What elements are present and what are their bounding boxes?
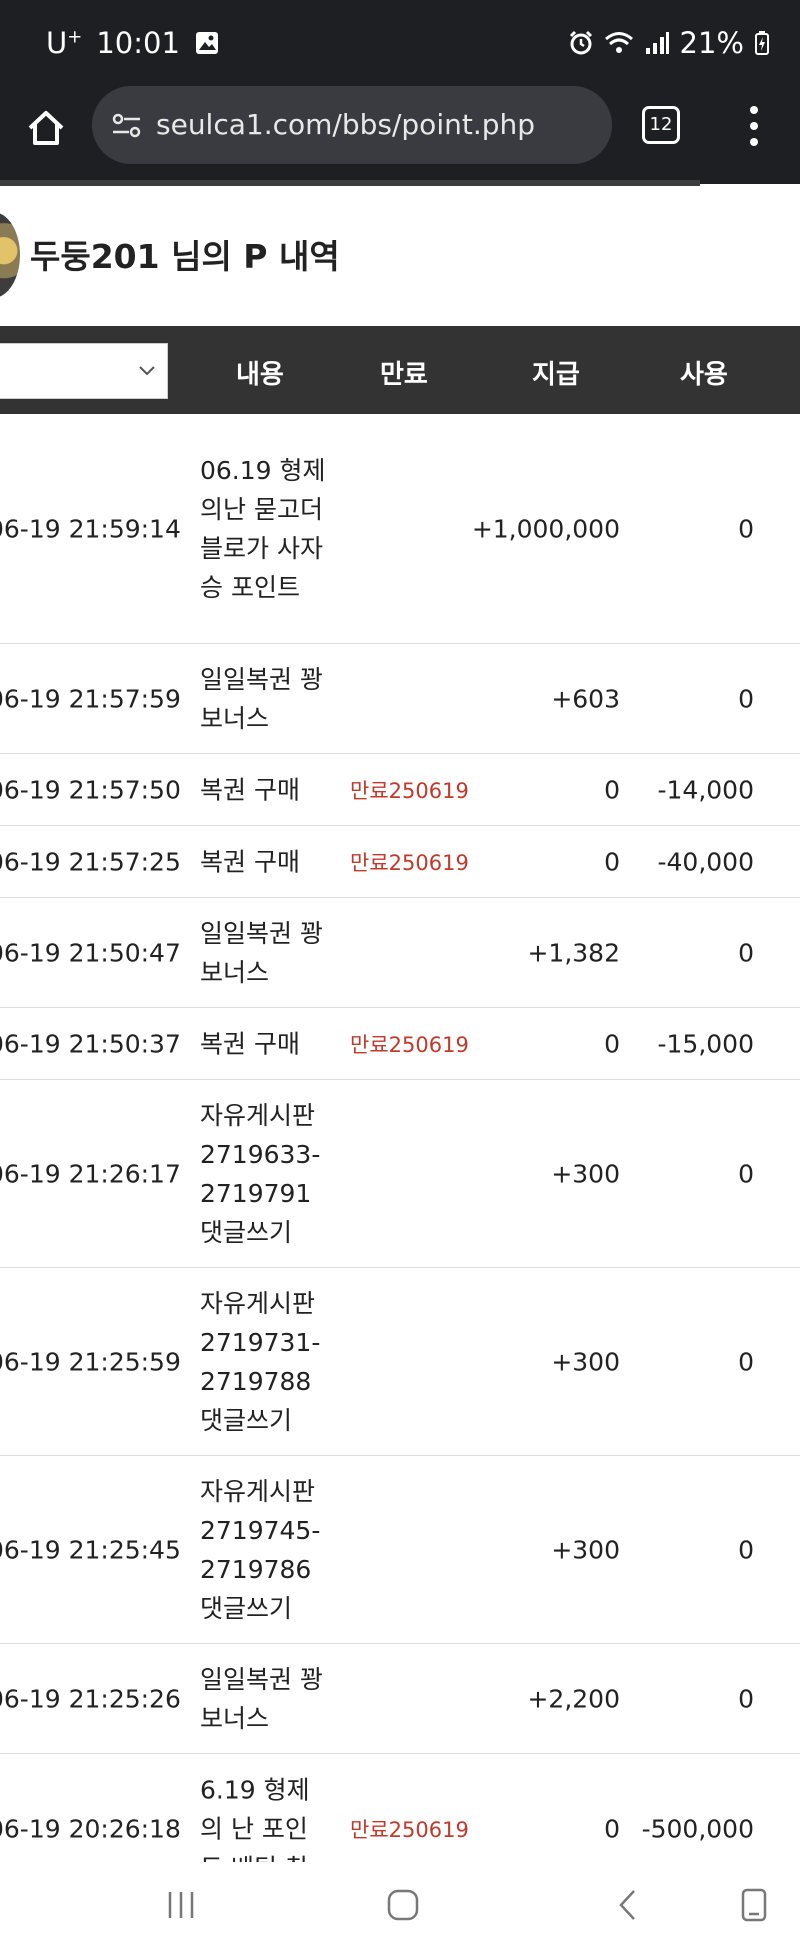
- recent-apps-icon[interactable]: [164, 1888, 198, 1922]
- cell-content: 일일복권 꽝 보너스: [200, 664, 323, 733]
- cell-date: 06-19 21:57:50: [0, 775, 181, 804]
- address-bar[interactable]: seulca1.com/bbs/point.php: [92, 86, 612, 164]
- cell-expire: 만료250619: [350, 778, 469, 803]
- cell-date: 06-19 21:25:26: [0, 1684, 181, 1713]
- cell-give: +1,382: [527, 938, 620, 967]
- carrier-label: U+: [46, 26, 83, 60]
- cell-date: 06-19 21:50:47: [0, 938, 181, 967]
- cell-use: 0: [738, 1159, 754, 1188]
- cell-date: 06-19 20:26:18: [0, 1814, 181, 1843]
- cell-date: 06-19 21:57:59: [0, 684, 181, 713]
- cell-give: 0: [604, 1814, 620, 1843]
- alarm-icon: [569, 30, 592, 55]
- table-row: 06-19 21:25:26 일일복권 꽝 보너스 +2,200 0: [0, 1644, 800, 1754]
- browser-toolbar: seulca1.com/bbs/point.php 12: [0, 86, 800, 184]
- cell-give: 0: [604, 1029, 620, 1058]
- cell-date: 06-19 21:26:17: [0, 1159, 181, 1188]
- cell-use: -500,000: [641, 1814, 754, 1843]
- back-nav-icon[interactable]: [616, 1888, 640, 1922]
- cell-content: 복권 구매: [200, 775, 300, 804]
- signal-icon: [645, 32, 669, 54]
- cell-date: 06-19 21:50:37: [0, 1029, 181, 1058]
- page-header: 두둥201 님의 P 내역: [0, 186, 800, 326]
- battery-charging-icon: [755, 31, 769, 55]
- cell-use: 0: [738, 514, 754, 543]
- battery-percent: 21%: [679, 26, 744, 60]
- cell-content: 자유게시판 2719745-2719786 댓글쓰기: [200, 1476, 321, 1623]
- system-navigation-bar: [0, 1862, 800, 1956]
- cell-use: 0: [738, 1347, 754, 1376]
- wifi-icon: [604, 32, 633, 53]
- status-right: 21%: [568, 26, 770, 60]
- cell-expire: 만료250619: [350, 850, 469, 875]
- cell-use: -40,000: [657, 847, 755, 876]
- table-row: 06-19 21:25:45 자유게시판 2719745-2719786 댓글쓰…: [0, 1456, 800, 1644]
- cell-use: 0: [738, 684, 754, 713]
- header-use: 사용: [680, 360, 728, 390]
- gallery-notification-icon: [195, 32, 218, 54]
- cell-date: 06-19 21:59:14: [0, 514, 181, 543]
- table-row: 06-19 21:57:59 일일복권 꽝 보너스 +603 0: [0, 644, 800, 754]
- table-row: 06-19 21:26:17 자유게시판 2719633-2719791 댓글쓰…: [0, 1080, 800, 1268]
- status-bar: U+ 10:01 21%: [0, 0, 800, 86]
- keyboard-toggle-icon[interactable]: [740, 1888, 768, 1922]
- cell-date: 06-19 21:57:25: [0, 847, 181, 876]
- site-settings-icon[interactable]: [110, 108, 144, 142]
- cell-expire: 만료250619: [350, 1032, 469, 1057]
- more-options-icon[interactable]: [744, 104, 764, 148]
- cell-content: 일일복권 꽝 보너스: [200, 1664, 323, 1733]
- home-icon[interactable]: [24, 106, 68, 150]
- table-row: 06-19 21:50:47 일일복권 꽝 보너스 +1,382 0: [0, 898, 800, 1008]
- header-give: 지급: [532, 360, 580, 390]
- table-header: 내용 만료 지급 사용: [0, 326, 800, 414]
- cell-use: -15,000: [657, 1029, 755, 1058]
- header-expire: 만료: [380, 360, 428, 390]
- cell-date: 06-19 21:25:45: [0, 1535, 181, 1564]
- tab-switcher-button[interactable]: 12: [642, 106, 680, 144]
- cell-use: 0: [738, 938, 754, 967]
- cell-give: 0: [604, 847, 620, 876]
- point-history-table: 06-19 21:59:14 06.19 형제의난 묻고더블로가 사자승 포인트…: [0, 414, 800, 1904]
- chevron-down-icon: [139, 366, 155, 376]
- filter-select[interactable]: [0, 343, 168, 399]
- cell-expire: 만료250619: [350, 1817, 469, 1842]
- cell-give: +300: [551, 1535, 620, 1564]
- cell-give: +603: [551, 684, 620, 713]
- table-row: 06-19 21:57:25 복권 구매 만료250619 0 -40,000: [0, 826, 800, 898]
- table-row: 06-19 21:50:37 복권 구매 만료250619 0 -15,000: [0, 1008, 800, 1080]
- table-row: 06-19 21:25:59 자유게시판 2719731-2719788 댓글쓰…: [0, 1268, 800, 1456]
- cell-content: 일일복권 꽝 보너스: [200, 918, 323, 987]
- cell-content: 자유게시판 2719633-2719791 댓글쓰기: [200, 1100, 321, 1247]
- clock: 10:01: [96, 26, 180, 60]
- cell-content: 복권 구매: [200, 847, 300, 876]
- cell-use: 0: [738, 1684, 754, 1713]
- avatar: [0, 212, 20, 298]
- url-text[interactable]: seulca1.com/bbs/point.php: [156, 108, 535, 141]
- table-row: 06-19 21:59:14 06.19 형제의난 묻고더블로가 사자승 포인트…: [0, 414, 800, 644]
- cell-give: 0: [604, 775, 620, 804]
- cell-content: 복권 구매: [200, 1029, 300, 1058]
- cell-give: +300: [551, 1347, 620, 1376]
- page-title: 두둥201 님의 P 내역: [30, 237, 340, 276]
- cell-give: +1,000,000: [471, 514, 620, 543]
- cell-use: -14,000: [657, 775, 755, 804]
- cell-use: 0: [738, 1535, 754, 1564]
- home-nav-icon[interactable]: [386, 1888, 420, 1922]
- cell-content: 06.19 형제의난 묻고더블로가 사자승 포인트: [200, 455, 326, 602]
- status-left: U+ 10:01: [46, 26, 220, 60]
- cell-content: 자유게시판 2719731-2719788 댓글쓰기: [200, 1288, 321, 1435]
- header-content: 내용: [236, 360, 284, 390]
- cell-date: 06-19 21:25:59: [0, 1347, 181, 1376]
- cell-give: +300: [551, 1159, 620, 1188]
- cell-give: +2,200: [527, 1684, 620, 1713]
- table-row: 06-19 21:57:50 복권 구매 만료250619 0 -14,000: [0, 754, 800, 826]
